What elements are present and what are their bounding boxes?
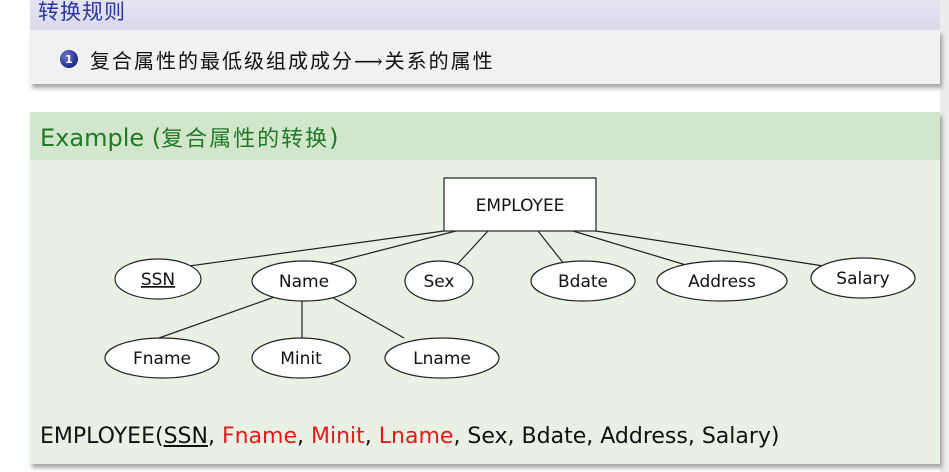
rule-block-header: 转换规则 xyxy=(30,0,940,30)
rule-block: 转换规则 1 复合属性的最低级组成成分⟶关系的属性 xyxy=(30,0,940,90)
attribute-ssn-label: SSN xyxy=(141,270,175,290)
example-block-body: EMPLOYEE SSN Name Sex Bdate Address Sala… xyxy=(30,160,940,464)
relation-name: EMPLOYEE( xyxy=(40,424,164,449)
example-title-chinese: 复合属性的转换 xyxy=(161,127,330,152)
relation-separator: , xyxy=(207,424,222,449)
example-title-prefix: Example ( xyxy=(40,124,162,152)
link-name-fname xyxy=(141,294,281,345)
example-title-suffix: ) xyxy=(329,124,339,152)
attribute-bdate-label: Bdate xyxy=(558,272,608,292)
relation-rest: , Sex, Bdate, Address, Salary) xyxy=(453,424,780,449)
entity-employee-label: EMPLOYEE xyxy=(476,196,565,216)
attribute-sex-label: Sex xyxy=(423,272,454,292)
example-block: Example (复合属性的转换) EMPLOYEE SSN Name Sex … xyxy=(30,112,940,464)
rule-title: 转换规则 xyxy=(38,0,126,24)
relation-attr-lname: Lname xyxy=(378,424,454,449)
rule-block-body: 1 复合属性的最低级组成成分⟶关系的属性 xyxy=(30,30,940,84)
relation-separator: , xyxy=(297,424,311,449)
attribute-name-label: Name xyxy=(279,272,329,292)
example-title: Example (复合属性的转换) xyxy=(40,121,339,153)
relation-key-ssn: SSN xyxy=(163,424,208,449)
attribute-minit-label: Minit xyxy=(280,349,322,369)
scroll-edge xyxy=(940,0,949,472)
numbered-bullet: 1 xyxy=(60,50,78,68)
attribute-salary-label: Salary xyxy=(836,269,889,289)
relation-schema: EMPLOYEE(SSN, Fname, Minit, Lname, Sex, … xyxy=(40,424,780,449)
er-diagram: EMPLOYEE SSN Name Sex Bdate Address Sala… xyxy=(104,177,916,379)
attribute-lname-label: Lname xyxy=(413,349,471,369)
relation-attr-fname: Fname xyxy=(221,424,297,449)
relation-attr-minit: Minit xyxy=(311,424,365,449)
link-name-lname xyxy=(329,295,405,339)
attribute-fname-label: Fname xyxy=(133,349,191,369)
attribute-address-label: Address xyxy=(688,272,756,292)
example-block-header: Example (复合属性的转换) xyxy=(30,112,940,160)
rule-text: 复合属性的最低级组成成分⟶关系的属性 xyxy=(90,49,495,73)
relation-separator: , xyxy=(364,424,379,449)
